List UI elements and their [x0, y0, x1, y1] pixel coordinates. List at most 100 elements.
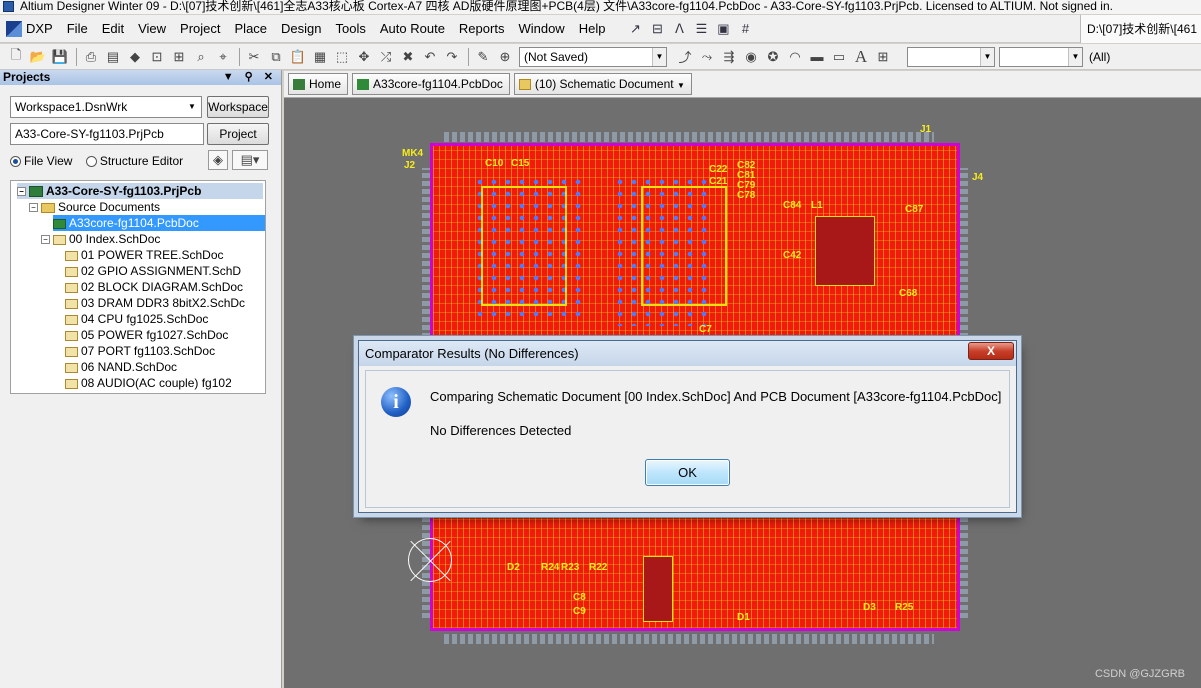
- save-state-combo[interactable]: (Not Saved) ▼: [519, 46, 667, 67]
- menu-file[interactable]: File: [60, 15, 95, 43]
- chevron-down-icon[interactable]: ▼: [677, 81, 685, 90]
- menu-reports[interactable]: Reports: [452, 15, 512, 43]
- layer-combo[interactable]: ▼: [907, 46, 995, 67]
- menu-dxp[interactable]: DXP: [26, 15, 60, 43]
- tree-sheet[interactable]: 05 POWER fg1027.SchDoc: [65, 327, 228, 343]
- print-preview-icon[interactable]: ▤: [103, 47, 123, 67]
- multi-route-icon[interactable]: ⤳: [697, 47, 717, 67]
- redo-icon[interactable]: ↷: [442, 47, 462, 67]
- panel-controls[interactable]: ▼ ⚲ ✕: [223, 70, 277, 85]
- undo-icon[interactable]: ↶: [420, 47, 440, 67]
- zoom-filter-icon[interactable]: ⌖: [213, 47, 233, 67]
- tree-project-row[interactable]: − A33-Core-SY-fg1103.PrjPcb: [17, 183, 263, 199]
- paste-icon[interactable]: 📋: [288, 47, 308, 67]
- collapse-icon[interactable]: −: [17, 187, 26, 197]
- schematic-icon: [65, 314, 78, 325]
- tree-sheet[interactable]: 07 PORT fg1103.SchDoc: [65, 343, 215, 359]
- file-view-radio[interactable]: [10, 156, 21, 168]
- ok-button[interactable]: OK: [645, 459, 730, 486]
- project-options-icon[interactable]: ▤▾: [232, 150, 268, 170]
- clear-filter-icon[interactable]: ✖: [398, 47, 418, 67]
- print-icon[interactable]: ⎙: [81, 47, 101, 67]
- polygon-icon[interactable]: ▭: [829, 47, 849, 67]
- deselect-icon[interactable]: ⤮: [376, 47, 396, 67]
- pcb-label: C21: [709, 176, 728, 187]
- component-place-icon[interactable]: ⊞: [873, 47, 893, 67]
- string-icon[interactable]: A: [851, 47, 871, 67]
- 3d-view-icon[interactable]: ◆: [125, 47, 145, 67]
- menu-tools[interactable]: Tools: [329, 15, 373, 43]
- tree-sheet[interactable]: 02 GPIO ASSIGNMENT.SchD: [65, 263, 241, 279]
- graph-icon[interactable]: ↗: [624, 18, 646, 40]
- tree-sheet[interactable]: 02 BLOCK DIAGRAM.SchDoc: [65, 279, 243, 295]
- pcb-label: D2: [507, 562, 520, 573]
- via-icon[interactable]: ◉: [741, 47, 761, 67]
- menu-edit[interactable]: Edit: [95, 15, 131, 43]
- tree-sheet[interactable]: 08 AUDIO(AC couple) fg1028.S: [65, 375, 231, 391]
- project-button[interactable]: Project: [207, 123, 269, 145]
- menu-toolbar: ↗ ⊟ ⴷ ☰ ▣ #: [624, 18, 756, 40]
- menu-design[interactable]: Design: [274, 15, 328, 43]
- chevron-down-icon[interactable]: ▼: [980, 47, 994, 66]
- dialog-title: Comparator Results (No Differences): [365, 346, 579, 361]
- close-button[interactable]: X: [968, 342, 1014, 360]
- tree-pcb-doc[interactable]: A33core-fg1104.PcbDoc: [53, 215, 265, 231]
- align-icon[interactable]: ⊟: [646, 18, 668, 40]
- chevron-down-icon[interactable]: ▼: [652, 47, 666, 66]
- tab-pcb[interactable]: A33core-fg1104.PcbDoc: [352, 73, 510, 95]
- tab-schematic[interactable]: (10) Schematic Document ▼: [513, 73, 692, 95]
- zoom-selected-icon[interactable]: ⌕: [191, 47, 211, 67]
- tree-sheet[interactable]: 04 CPU fg1025.SchDoc: [65, 311, 208, 327]
- diff-pair-icon[interactable]: ⇶: [719, 47, 739, 67]
- projects-panel: Projects ▼ ⚲ ✕ Workspace1.DsnWrk ▼ Works…: [0, 70, 282, 688]
- arc-icon[interactable]: ◠: [785, 47, 805, 67]
- pcb-label: D3: [863, 602, 876, 613]
- zoom-area-icon[interactable]: ⊞: [169, 47, 189, 67]
- layer-stack-icon[interactable]: ☰: [690, 18, 712, 40]
- menu-auto-route[interactable]: Auto Route: [373, 15, 452, 43]
- menu-project[interactable]: Project: [173, 15, 227, 43]
- browse-icon[interactable]: ⊕: [495, 47, 515, 67]
- chevron-down-icon[interactable]: ▼: [185, 99, 199, 115]
- toolbar-divider: [76, 47, 77, 66]
- interactive-route-icon[interactable]: ⤴: [675, 47, 695, 67]
- compile-icon[interactable]: ◈: [208, 150, 228, 170]
- tree-sheet[interactable]: 06 NAND.SchDoc: [65, 359, 177, 375]
- pad-icon[interactable]: ✪: [763, 47, 783, 67]
- tree-sheet[interactable]: 01 POWER TREE.SchDoc: [65, 247, 224, 263]
- menu-window[interactable]: Window: [511, 15, 571, 43]
- menu-view[interactable]: View: [131, 15, 173, 43]
- tree-source-folder[interactable]: − Source Documents: [29, 199, 160, 215]
- filter-combo[interactable]: ▼: [999, 46, 1083, 67]
- schematic-icon: [65, 282, 78, 293]
- menu-place[interactable]: Place: [228, 15, 275, 43]
- cut-icon[interactable]: ✂: [244, 47, 264, 67]
- tab-home[interactable]: Home: [288, 73, 349, 95]
- move-icon[interactable]: ✥: [354, 47, 374, 67]
- fill-icon[interactable]: ▬: [807, 47, 827, 67]
- new-document-icon[interactable]: 🗋: [6, 47, 26, 67]
- tree-top-sch[interactable]: − 00 Index.SchDoc: [41, 231, 160, 247]
- open-folder-icon[interactable]: 📂: [28, 47, 48, 67]
- menu-help[interactable]: Help: [572, 15, 613, 43]
- project-field-value: A33-Core-SY-fg1103.PrjPcb: [15, 127, 164, 141]
- collapse-icon[interactable]: −: [29, 203, 38, 213]
- pcb-label: J1: [920, 124, 932, 135]
- copy-icon[interactable]: ⧉: [266, 47, 286, 67]
- select-area-icon[interactable]: ⬚: [332, 47, 352, 67]
- component-icon[interactable]: ▣: [712, 18, 734, 40]
- grid-icon[interactable]: #: [734, 18, 756, 40]
- workspace-combo[interactable]: Workspace1.DsnWrk ▼: [10, 96, 202, 118]
- text-tool-icon[interactable]: ⴷ: [668, 18, 690, 40]
- rubber-stamp-icon[interactable]: ▦: [310, 47, 330, 67]
- zoom-fit-icon[interactable]: ⊡: [147, 47, 167, 67]
- collapse-icon[interactable]: −: [41, 235, 50, 245]
- workspace-button[interactable]: Workspace: [207, 96, 269, 118]
- structure-editor-radio[interactable]: [85, 156, 97, 168]
- save-icon[interactable]: 💾: [50, 47, 70, 67]
- project-tree: − A33-Core-SY-fg1103.PrjPcb − Source Docum…: [10, 180, 266, 394]
- cross-probe-icon[interactable]: ✎: [473, 47, 493, 67]
- tree-sheet[interactable]: 03 DRAM DDR3 8bitX2.SchDc: [65, 295, 245, 311]
- project-field[interactable]: A33-Core-SY-fg1103.PrjPcb: [10, 123, 204, 145]
- chevron-down-icon[interactable]: ▼: [1068, 47, 1082, 66]
